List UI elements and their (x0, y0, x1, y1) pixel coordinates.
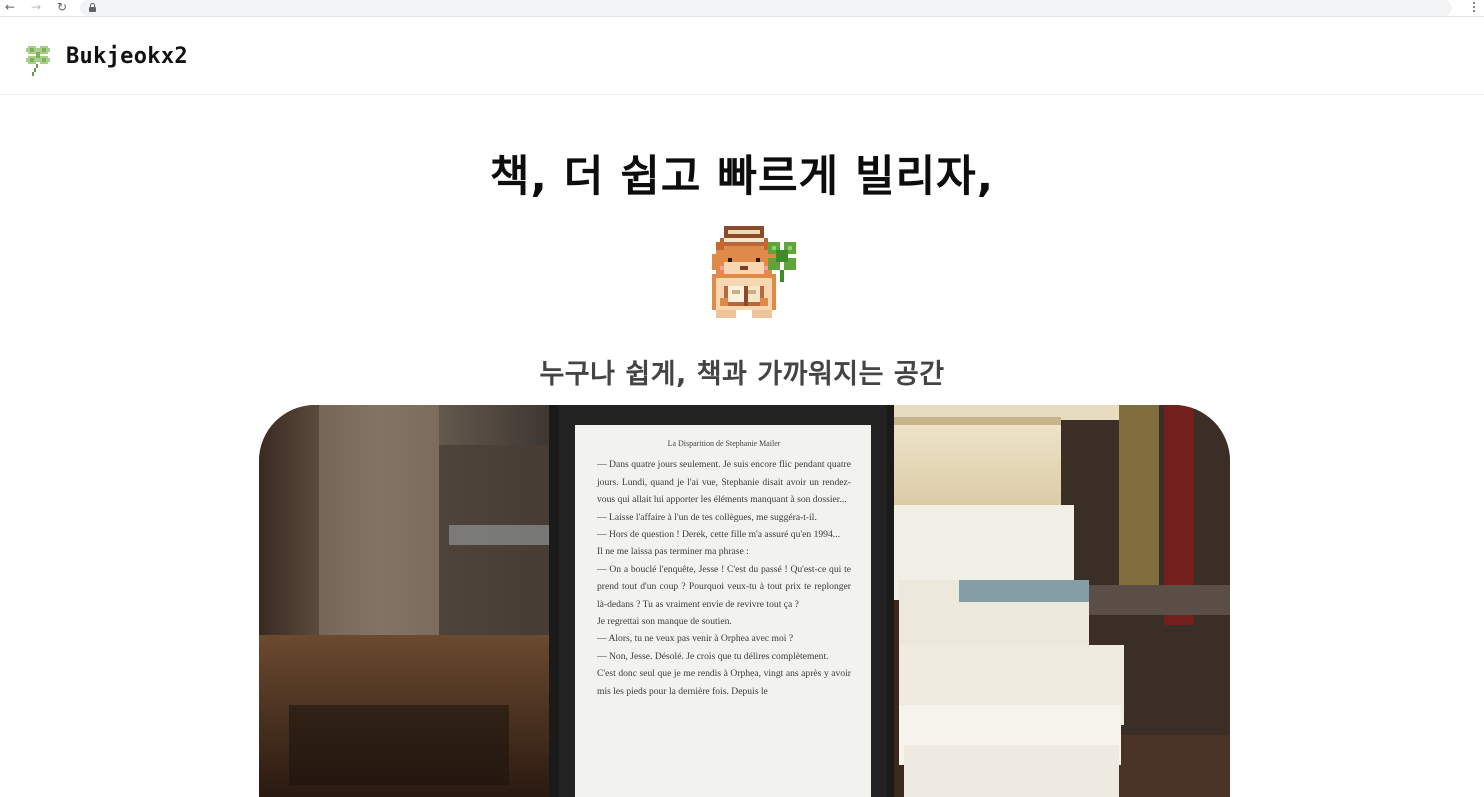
hero-title: 책, 더 쉽고 빠르게 빌리자, (489, 152, 995, 202)
clover-icon[interactable] (22, 42, 54, 78)
browser-toolbar: ← → ↻ (0, 0, 1484, 17)
ereader-line: Je regrettai son manque de soutien. (597, 616, 732, 628)
ereader-line: — Hors de question ! Derek, cette fille … (597, 529, 840, 541)
site-header: Bukjeokx2 (0, 22, 1484, 95)
ereader-line: C'est donc seul que je me rendis à Orphe… (597, 668, 851, 697)
ereader-line: — Laisse l'affaire à l'un de tes collègu… (597, 511, 817, 523)
hero-subtitle: 누구나 쉽게, 책과 가까워지는 공간 (539, 359, 945, 390)
ereader-line: — Alors, tu ne veux pas venir à Orphea a… (597, 633, 794, 645)
back-button[interactable]: ← (2, 0, 18, 16)
ereader-line: — On a bouclé l'enquête, Jesse ! C'est d… (597, 563, 851, 610)
lock-icon[interactable] (89, 3, 96, 12)
brand-name[interactable]: Bukjeokx2 (66, 44, 188, 69)
kebab-menu-icon[interactable] (1472, 1, 1476, 15)
ereader-line: — Dans quatre jours seulement. Je suis e… (597, 459, 851, 506)
ereader-line: Il ne me laissa pas terminer ma phrase : (597, 546, 749, 558)
ereader-line: — Non, Jesse. Désolé. Je crois que tu dé… (597, 650, 829, 662)
address-bar[interactable] (80, 0, 1452, 16)
hero-photo: La Disparition de Stephanie Mailer — Dan… (259, 405, 1230, 797)
ereader-screen: La Disparition de Stephanie Mailer — Dan… (597, 435, 851, 700)
hamster-reading-book-icon (704, 226, 800, 322)
ereader-heading: La Disparition de Stephanie Mailer (667, 439, 781, 448)
forward-button[interactable]: → (28, 0, 44, 16)
reload-button[interactable]: ↻ (54, 0, 70, 16)
